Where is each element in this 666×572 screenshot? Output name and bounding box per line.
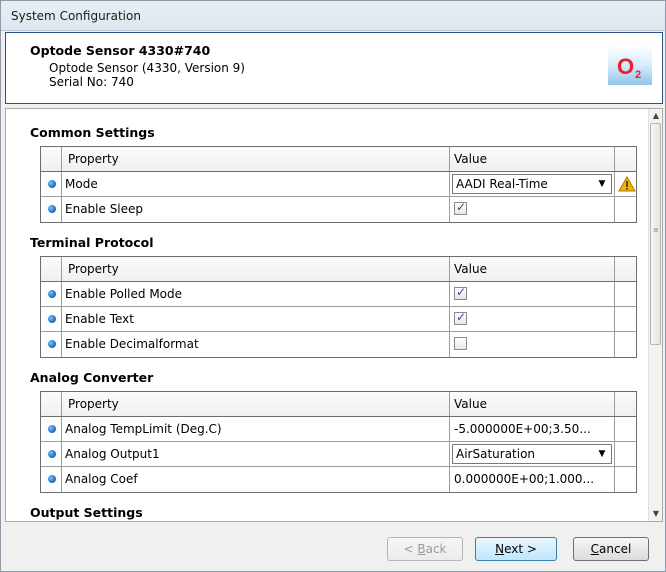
property-row-mode[interactable]: Mode AADI Real-Time ▼ [41, 172, 636, 197]
property-row-enable-text[interactable]: Enable Text ✓ [41, 307, 636, 332]
property-row-enable-polled-mode[interactable]: Enable Polled Mode ✓ [41, 282, 636, 307]
sensor-title: Optode Sensor 4330#740 [30, 43, 211, 58]
enable-polled-mode-checkbox[interactable]: ✓ [454, 285, 467, 300]
checkmark-icon: ✓ [456, 310, 467, 324]
vertical-scrollbar[interactable]: ▲ ≡ ▼ [648, 109, 662, 521]
bullet-icon [48, 315, 56, 323]
analog-output1-value: AirSaturation [456, 447, 536, 461]
property-row-analog-output1[interactable]: Analog Output1 AirSaturation ▼ [41, 442, 636, 467]
column-property: Property [62, 392, 450, 416]
checkmark-icon: ✓ [456, 200, 467, 214]
mode-dropdown-value: AADI Real-Time [456, 177, 548, 191]
dropdown-arrow-icon[interactable]: ▼ [595, 446, 609, 462]
grid-header: Property Value [41, 257, 636, 282]
sensor-serial: Serial No: 740 [49, 75, 134, 89]
bullet-icon [48, 290, 56, 298]
sensor-header: Optode Sensor 4330#740 Optode Sensor (43… [5, 32, 663, 104]
common-settings-grid: Property Value Mode AADI Real-Time ▼ Ena… [40, 146, 637, 223]
analog-converter-grid: Property Value Analog TempLimit (Deg.C) … [40, 391, 637, 493]
sensor-version: Optode Sensor (4330, Version 9) [49, 61, 245, 75]
o2-logo-letter: O [617, 54, 634, 79]
property-label: Enable Text [62, 307, 450, 331]
section-title-analog-converter: Analog Converter [30, 370, 154, 385]
section-title-common-settings: Common Settings [30, 125, 155, 140]
section-title-terminal-protocol: Terminal Protocol [30, 235, 154, 250]
settings-panel: Common Settings Property Value Mode AADI… [5, 108, 663, 522]
bullet-icon [48, 205, 56, 213]
bullet-icon [48, 475, 56, 483]
property-label: Enable Sleep [62, 197, 450, 222]
cancel-button[interactable]: Cancel [573, 537, 649, 561]
dropdown-arrow-icon[interactable]: ▼ [595, 176, 609, 192]
bullet-icon [48, 340, 56, 348]
property-label: Analog Output1 [62, 442, 450, 466]
o2-logo-icon: O 2 [608, 44, 652, 85]
back-button[interactable]: < Back [387, 537, 463, 561]
checkmark-icon: ✓ [456, 285, 467, 299]
column-property: Property [62, 257, 450, 281]
column-value: Value [450, 392, 615, 416]
grip-icon: ≡ [653, 226, 659, 234]
property-label: Enable Decimalformat [62, 332, 450, 357]
bullet-icon [48, 425, 56, 433]
property-label: Mode [62, 172, 450, 196]
warning-icon [618, 176, 636, 192]
bullet-icon [48, 180, 56, 188]
next-button[interactable]: Next > [475, 537, 557, 561]
terminal-protocol-grid: Property Value Enable Polled Mode ✓ Enab… [40, 256, 637, 358]
settings-scroll-area[interactable]: Common Settings Property Value Mode AADI… [6, 109, 649, 521]
window-title: System Configuration [1, 1, 665, 31]
grid-header: Property Value [41, 392, 636, 417]
system-configuration-window: System Configuration Optode Sensor 4330#… [0, 0, 666, 572]
grid-header: Property Value [41, 147, 636, 172]
column-value: Value [450, 147, 615, 171]
scroll-up-icon[interactable]: ▲ [649, 109, 662, 123]
property-row-enable-sleep[interactable]: Enable Sleep ✓ [41, 197, 636, 222]
scrollbar-thumb[interactable]: ≡ [650, 123, 661, 345]
column-value: Value [450, 257, 615, 281]
property-row-analog-coef[interactable]: Analog Coef 0.000000E+00;1.000... [41, 467, 636, 492]
bullet-icon [48, 450, 56, 458]
analog-output1-dropdown[interactable]: AirSaturation ▼ [452, 444, 612, 464]
mode-dropdown[interactable]: AADI Real-Time ▼ [452, 174, 612, 194]
enable-sleep-checkbox[interactable]: ✓ [454, 200, 467, 215]
scroll-down-icon[interactable]: ▼ [649, 507, 662, 521]
enable-text-checkbox[interactable]: ✓ [454, 310, 467, 325]
property-label: Analog Coef [62, 467, 450, 492]
property-row-analog-templimit[interactable]: Analog TempLimit (Deg.C) -5.000000E+00;3… [41, 417, 636, 442]
analog-coef-value[interactable]: 0.000000E+00;1.000... [450, 467, 615, 492]
section-title-output-settings: Output Settings [30, 505, 143, 520]
o2-logo-subscript: 2 [635, 69, 641, 81]
column-property: Property [62, 147, 450, 171]
analog-templimit-value[interactable]: -5.000000E+00;3.50... [450, 417, 615, 441]
property-label: Analog TempLimit (Deg.C) [62, 417, 450, 441]
property-row-enable-decimalformat[interactable]: Enable Decimalformat [41, 332, 636, 357]
property-label: Enable Polled Mode [62, 282, 450, 306]
enable-decimalformat-checkbox[interactable] [454, 337, 467, 350]
